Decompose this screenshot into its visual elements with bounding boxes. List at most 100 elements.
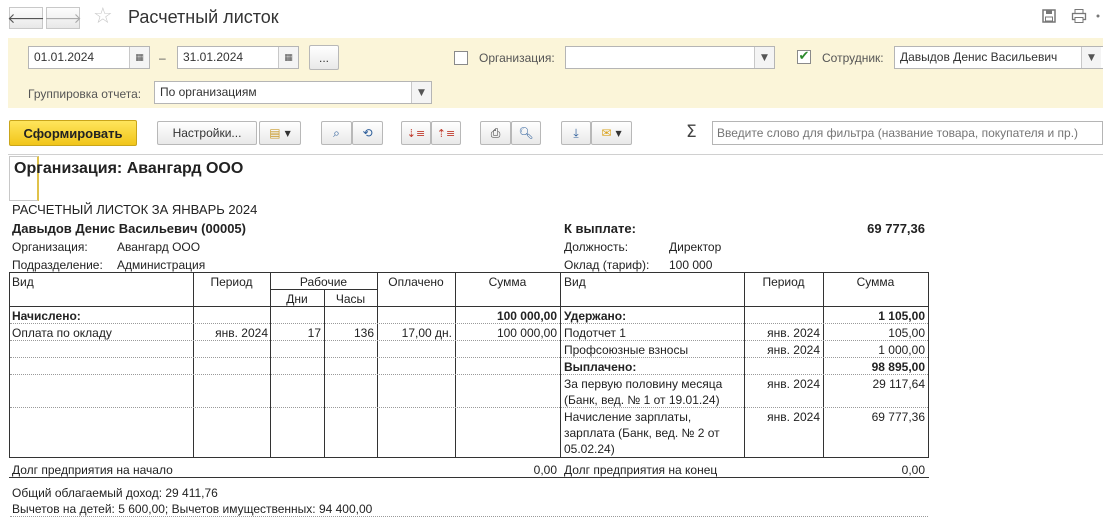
withheld-total: 1 105,00: [878, 309, 925, 323]
printer-icon: ⎙: [490, 125, 501, 140]
sort-descending-icon: ⇣≡: [406, 126, 426, 140]
date-to-field[interactable]: 31.01.2024 ▦: [177, 46, 299, 69]
print-preview-button[interactable]: 🔍︎: [511, 121, 541, 145]
employee-label: Сотрудник:: [822, 51, 884, 65]
sheet-title: РАСЧЕТНЫЙ ЛИСТОК ЗА ЯНВАРЬ 2024: [12, 202, 258, 217]
payable-label: К выплате:: [564, 221, 636, 236]
paid-period: янв. 2024: [767, 410, 820, 424]
settings-button[interactable]: Настройки...: [157, 121, 257, 145]
header-hours: Часы: [335, 292, 366, 306]
date-separator: –: [159, 51, 166, 65]
header-working: Рабочие: [299, 275, 348, 289]
sum-icon[interactable]: Σ: [686, 122, 697, 142]
save-icon[interactable]: [1041, 8, 1057, 24]
grouping-select[interactable]: По организациям ▼: [154, 81, 432, 104]
arrow-right-icon: 🡒: [44, 10, 82, 27]
org-value: Авангард ООО: [117, 240, 201, 254]
header-days: Дни: [286, 292, 308, 306]
debt-end-label: Долг предприятия на конец: [564, 463, 718, 477]
withheld-sum: 105,00: [888, 326, 925, 340]
position-label: Должность:: [564, 240, 629, 254]
calendar-icon[interactable]: ▦: [129, 47, 149, 68]
chevron-down-icon: ▼: [284, 128, 291, 138]
print-button[interactable]: ⎙: [480, 121, 511, 145]
header-period-right: Период: [762, 275, 805, 289]
row-separator: [10, 340, 928, 341]
table-border: [928, 272, 929, 457]
paid-sum: 69 777,36: [871, 410, 925, 424]
withheld-period: янв. 2024: [767, 326, 820, 340]
header-sum-left: Сумма: [488, 275, 527, 289]
employee-checkbox[interactable]: ✔: [797, 50, 811, 64]
paid-kind: За первую половину месяца: [564, 377, 723, 391]
dept-label: Подразделение:: [12, 258, 103, 272]
variants-button[interactable]: ▤ ▼: [259, 121, 301, 145]
paid-sum: 29 117,64: [872, 377, 926, 391]
table-border: [324, 289, 325, 457]
position-value: Директор: [669, 240, 722, 254]
salary-value: 100 000: [669, 258, 713, 272]
back-button[interactable]: 🡐: [7, 7, 45, 29]
more-icon[interactable]: [1094, 8, 1103, 24]
table-border: [9, 477, 929, 478]
paid-total: 98 895,00: [871, 360, 925, 374]
star-icon[interactable]: ☆: [93, 4, 113, 29]
employee-select[interactable]: Давыдов Денис Васильевич ▼: [894, 46, 1103, 69]
search-icon: ⌕: [333, 125, 340, 140]
accrual-period: янв. 2024: [215, 326, 268, 340]
table-border: [9, 272, 929, 273]
find-next-button[interactable]: ⟲: [352, 121, 383, 145]
taxable-income: Общий облагаемый доход: 29 411,76: [12, 486, 218, 500]
expand-groups-button[interactable]: ⇡≡: [431, 121, 461, 145]
window-title: Расчетный листок: [128, 7, 279, 27]
withheld-sum: 1 000,00: [878, 343, 925, 357]
org-heading: Организация: Авангард ООО: [14, 160, 244, 177]
paid-label: Выплачено:: [564, 360, 637, 374]
download-icon: ⤓: [573, 125, 579, 140]
filter-search-input[interactable]: [712, 121, 1103, 145]
date-from-field[interactable]: 01.01.2024 ▦: [28, 46, 150, 69]
organization-checkbox[interactable]: [454, 51, 468, 65]
table-border: [560, 272, 561, 457]
select-period-button[interactable]: ...: [309, 45, 339, 70]
row-separator: [10, 407, 928, 408]
deductions: Вычетов на детей: 5 600,00; Вычетов имущ…: [12, 502, 373, 516]
envelope-icon: ✉: [601, 126, 612, 140]
accrual-hours: 136: [353, 326, 374, 340]
debt-end-value: 0,00: [901, 463, 925, 477]
organization-select[interactable]: ▼: [565, 46, 775, 69]
chevron-down-icon[interactable]: ▼: [754, 47, 774, 68]
employee-name: Давыдов Денис Васильевич (00005): [12, 221, 246, 236]
header-paid: Оплачено: [388, 275, 444, 289]
chevron-down-icon[interactable]: ▼: [1081, 47, 1101, 68]
arrow-left-icon: 🡐: [7, 10, 45, 27]
send-email-button[interactable]: ✉ ▼: [591, 121, 632, 145]
calendar-icon[interactable]: ▦: [278, 47, 298, 68]
generate-button[interactable]: Сформировать: [9, 120, 137, 146]
header-period-left: Период: [210, 275, 253, 289]
header-kind-left: Вид: [12, 275, 34, 289]
withheld-kind: Профсоюзные взносы: [564, 343, 689, 357]
save-to-file-button[interactable]: ⤓: [561, 121, 591, 145]
forward-button[interactable]: 🡒: [44, 7, 82, 29]
dept-value: Администрация: [117, 258, 206, 272]
header-sum-right: Сумма: [856, 275, 895, 289]
chevron-down-icon[interactable]: ▼: [411, 82, 431, 103]
collapse-groups-button[interactable]: ⇣≡: [401, 121, 431, 145]
payable-value: 69 777,36: [867, 221, 925, 236]
table-border: [9, 457, 929, 458]
row-separator: [10, 374, 928, 375]
salary-label: Оклад (тариф):: [564, 258, 650, 272]
debt-start-value: 0,00: [533, 463, 557, 477]
table-border: [744, 272, 745, 457]
printer-icon[interactable]: [1071, 8, 1087, 24]
withheld-period: янв. 2024: [767, 343, 820, 357]
table-border: [9, 306, 929, 307]
find-button[interactable]: ⌕: [321, 121, 352, 145]
organization-label: Организация:: [479, 51, 555, 65]
header-kind-right: Вид: [564, 275, 586, 289]
paid-kind: Начисление зарплаты,: [564, 410, 692, 424]
chevron-down-icon: ▼: [615, 128, 622, 138]
accrued-total: 100 000,00: [496, 309, 557, 323]
table-border: [377, 272, 378, 457]
